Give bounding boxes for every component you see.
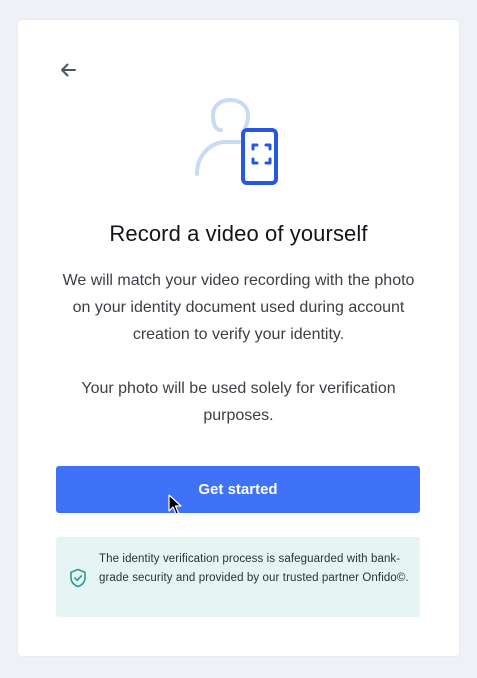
security-notice: The identity verification process is saf… [56,537,420,617]
get-started-button[interactable]: Get started [56,466,420,513]
page-title: Record a video of yourself [109,221,368,246]
arrow-left-icon [61,63,76,77]
person-phone-icon [195,98,278,185]
verification-card: Record a video of yourself We will match… [18,20,459,656]
back-button[interactable] [56,58,80,82]
security-notice-text: The identity verification process is saf… [99,553,409,584]
privacy-text: Your photo will be used solely for verif… [81,380,396,424]
shield-check-icon [70,568,86,588]
description-text: We will match your video recording with … [62,272,415,343]
mouse-pointer-icon [168,494,182,515]
